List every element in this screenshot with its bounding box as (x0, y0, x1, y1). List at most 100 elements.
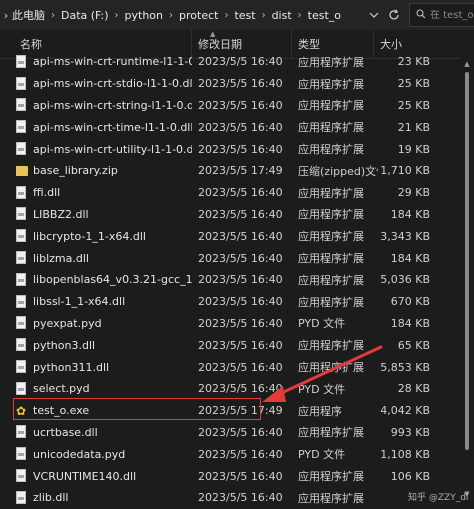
file-name: select.pyd (33, 382, 90, 396)
file-name: libcrypto-1_1-x64.dll (33, 229, 146, 243)
file-type: 应用程序扩展 (298, 99, 364, 113)
breadcrumb-item-test[interactable]: test (234, 9, 255, 22)
chevron-right-icon: › (51, 9, 55, 21)
file-name: api-ms-win-crt-utility-l1-1-0.dll (33, 142, 192, 156)
breadcrumb-item-protect[interactable]: protect (179, 9, 218, 22)
file-type: 应用程序扩展 (298, 273, 364, 287)
file-type: 应用程序扩展 (298, 143, 364, 157)
dll-file-icon (16, 54, 27, 69)
file-row[interactable]: api-ms-win-crt-runtime-l1-1-0.dll 2023/5/… (0, 51, 474, 73)
dll-file-icon (16, 185, 27, 200)
file-date: 2023/5/5 16:40 (198, 295, 283, 309)
file-name: ucrtbase.dll (33, 425, 98, 439)
file-row[interactable]: libssl-1_1-x64.dll 2023/5/5 16:40 应用程序扩展 67… (0, 291, 474, 313)
file-date: 2023/5/5 16:40 (198, 98, 283, 112)
file-name: api-ms-win-crt-runtime-l1-1-0.dll (33, 55, 192, 69)
file-type: PYD 文件 (298, 382, 346, 396)
file-size: 993 KB (390, 425, 430, 439)
file-name: LIBBZ2.dll (33, 207, 89, 221)
file-type: 应用程序扩展 (298, 339, 364, 353)
chevron-right-icon: › (169, 9, 174, 21)
breadcrumb-item-dist[interactable]: dist (272, 9, 292, 22)
file-row[interactable]: select.pyd 2023/5/5 16:40 PYD 文件 28 KB (0, 378, 474, 400)
file-name-cell: api-ms-win-crt-stdio-l1-1-0.dll (16, 73, 192, 95)
breadcrumb-item-test-o[interactable]: test_o (308, 9, 341, 22)
file-row[interactable]: ffi.dll 2023/5/5 16:40 应用程序扩展 29 KB (0, 182, 474, 204)
file-name: pyexpat.pyd (33, 316, 102, 330)
file-row[interactable]: VCRUNTIME140.dll 2023/5/5 16:40 应用程序扩展 106 … (0, 465, 474, 487)
file-row[interactable]: libcrypto-1_1-x64.dll 2023/5/5 16:40 应用程序扩… (0, 225, 474, 247)
file-size: 106 KB (390, 469, 430, 483)
file-row[interactable]: python3.dll 2023/5/5 16:40 应用程序扩展 65 KB (0, 334, 474, 356)
chevron-down-icon[interactable] (366, 6, 382, 24)
file-row[interactable]: api-ms-win-crt-time-l1-1-0.dll 2023/5/5 1… (0, 116, 474, 138)
file-size: 29 KB (397, 186, 430, 200)
file-row[interactable]: unicodedata.pyd 2023/5/5 16:40 PYD 文件 1,108… (0, 443, 474, 465)
file-type: 应用程序扩展 (298, 208, 364, 222)
file-date: 2023/5/5 16:40 (198, 338, 283, 352)
file-name-cell: select.pyd (16, 378, 192, 400)
pyd-file-icon (16, 381, 27, 396)
file-row[interactable]: libopenblas64_v0.3.21-gcc_10_3_0.dll 2023… (0, 269, 474, 291)
file-row[interactable]: api-ms-win-crt-string-l1-1-0.dll 2023/5/5… (0, 95, 474, 117)
file-date: 2023/5/5 16:40 (198, 229, 283, 243)
file-size: 25 KB (397, 98, 430, 112)
dll-file-icon (16, 207, 27, 221)
file-row[interactable]: api-ms-win-crt-stdio-l1-1-0.dll 2023/5/5 … (0, 73, 474, 95)
file-type: 应用程序 (298, 404, 342, 418)
search-input[interactable] (430, 9, 474, 21)
file-date: 2023/5/5 16:40 (198, 425, 283, 439)
breadcrumb-item-drive[interactable]: Data (F:) (61, 9, 109, 22)
file-date: 2023/5/5 16:40 (198, 273, 283, 287)
file-size: 23 KB (397, 55, 430, 69)
file-type: 应用程序扩展 (298, 295, 364, 309)
file-type: PYD 文件 (298, 448, 346, 462)
dll-file-icon (16, 360, 27, 374)
pyd-file-icon (16, 316, 27, 330)
file-row[interactable]: api-ms-win-crt-utility-l1-1-0.dll 2023/5/… (0, 138, 474, 160)
nav-chevron-icon[interactable]: › (0, 0, 12, 30)
dll-file-icon (16, 98, 27, 112)
file-row[interactable]: python311.dll 2023/5/5 16:40 应用程序扩展 5,853 K… (0, 356, 474, 378)
file-name: libssl-1_1-x64.dll (33, 295, 126, 309)
file-row[interactable]: liblzma.dll 2023/5/5 16:40 应用程序扩展 184 KB (0, 247, 474, 269)
dll-file-icon (16, 469, 27, 483)
file-name-cell: liblzma.dll (16, 247, 192, 269)
file-size: 19 KB (397, 142, 430, 156)
file-name-cell: libopenblas64_v0.3.21-gcc_10_3_0.dll (16, 269, 192, 291)
file-name: api-ms-win-crt-time-l1-1-0.dll (33, 120, 192, 134)
breadcrumb: 此电脑 › Data (F:) › python › protect › tes… (12, 0, 364, 30)
file-name: VCRUNTIME140.dll (33, 469, 137, 483)
file-name: unicodedata.pyd (33, 447, 126, 461)
dll-file-icon (16, 490, 27, 505)
pyd-file-icon (16, 447, 27, 461)
file-type: 压缩(zipped)文件... (298, 164, 378, 178)
file-row[interactable]: ucrtbase.dll 2023/5/5 16:40 应用程序扩展 993 KB (0, 422, 474, 444)
refresh-icon[interactable] (386, 6, 402, 24)
file-size: 670 KB (390, 295, 430, 309)
file-name-cell: api-ms-win-crt-time-l1-1-0.dll (16, 116, 192, 138)
file-row[interactable]: LIBBZ2.dll 2023/5/5 16:40 应用程序扩展 184 KB (0, 204, 474, 226)
dll-file-icon (16, 272, 27, 287)
file-type: 应用程序扩展 (298, 252, 364, 266)
file-date: 2023/5/5 16:40 (198, 251, 283, 265)
file-name: python311.dll (33, 360, 110, 374)
dll-file-icon (16, 229, 27, 243)
file-name-cell: libcrypto-1_1-x64.dll (16, 225, 192, 247)
file-size: 35,036 KB (380, 273, 430, 287)
file-type: 应用程序扩展 (298, 470, 364, 484)
breadcrumb-item-this-pc[interactable]: 此电脑 (12, 7, 45, 23)
breadcrumb-item-python[interactable]: python (125, 9, 163, 22)
file-size: 1,710 KB (380, 164, 430, 178)
chevron-right-icon: › (114, 9, 119, 21)
search-box[interactable] (409, 3, 474, 27)
file-row[interactable]: pyexpat.pyd 2023/5/5 16:40 PYD 文件 184 KB (0, 313, 474, 335)
file-name: api-ms-win-crt-string-l1-1-0.dll (33, 98, 192, 112)
scrollbar-thumb[interactable] (465, 72, 469, 450)
scroll-up-icon[interactable]: ▲ (462, 60, 472, 70)
dll-file-icon (16, 294, 27, 309)
chevron-right-icon: › (297, 9, 302, 21)
file-size: 184 KB (390, 251, 430, 265)
file-type: 应用程序扩展 (298, 121, 364, 135)
file-row[interactable]: base_library.zip 2023/5/5 17:49 压缩(zipped)… (0, 160, 474, 182)
